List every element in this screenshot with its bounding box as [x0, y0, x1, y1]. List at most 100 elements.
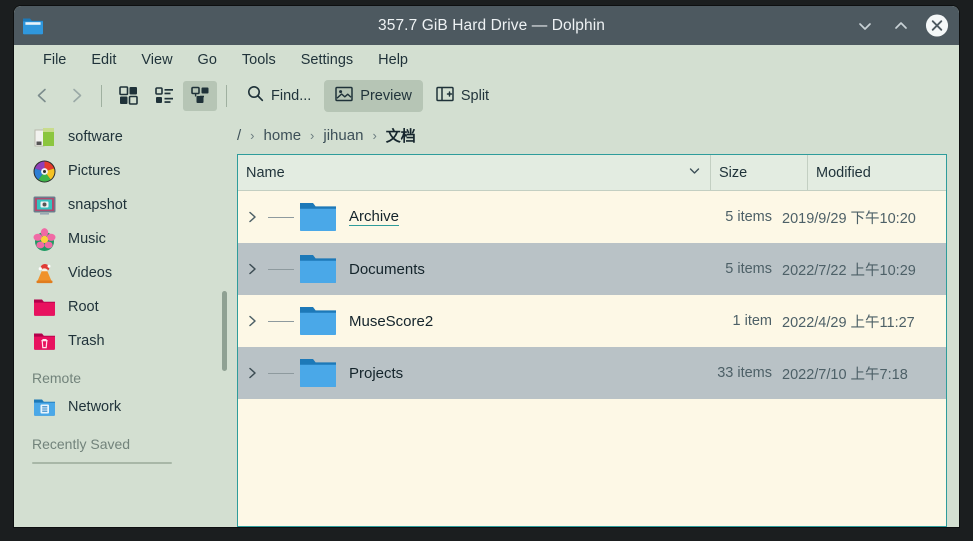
folder-icon: [296, 199, 340, 235]
sidebar-item-videos[interactable]: Videos: [14, 256, 227, 290]
file-name[interactable]: MuseScore2: [349, 313, 690, 330]
image-preview-icon: [335, 85, 354, 107]
sidebar-item-software[interactable]: software: [14, 120, 227, 154]
sidebar-item-label: snapshot: [68, 197, 127, 213]
desktop-background: 357.7 GiB Hard Drive — Dolphin File Edit…: [0, 0, 973, 541]
find-button[interactable]: Find...: [236, 80, 322, 112]
chevron-right-icon: ›: [310, 127, 315, 143]
close-button[interactable]: [925, 14, 949, 38]
preview-button[interactable]: Preview: [324, 79, 423, 112]
table-row[interactable]: Projects 33 items 2022/7/10 上午7:18: [238, 347, 946, 399]
file-modified: 2022/7/10 上午7:18: [782, 366, 908, 383]
split-button[interactable]: Split: [425, 80, 500, 112]
forward-button[interactable]: [60, 81, 92, 111]
tree-connector: [268, 372, 294, 374]
places-sidebar: software Pictures snapshot Music Videos …: [14, 116, 227, 527]
sidebar-item-network[interactable]: Network: [14, 390, 227, 424]
table-row[interactable]: Documents 5 items 2022/7/22 上午10:29: [238, 243, 946, 295]
dolphin-window: 357.7 GiB Hard Drive — Dolphin File Edit…: [14, 6, 959, 527]
menu-go[interactable]: Go: [187, 49, 228, 71]
expand-arrow-icon[interactable]: [238, 262, 268, 276]
file-size: 5 items: [725, 261, 772, 277]
toolbar-separator-1: [101, 84, 102, 107]
window-controls: [853, 6, 949, 45]
menu-file[interactable]: File: [32, 49, 77, 71]
chevron-right-icon: ›: [372, 127, 377, 143]
sidebar-item-trash[interactable]: Trash: [14, 324, 227, 358]
sidebar-item-label: Root: [68, 299, 99, 315]
snapshot-icon: [32, 193, 57, 218]
sidebar-item-snapshot[interactable]: snapshot: [14, 188, 227, 222]
maximize-button[interactable]: [889, 14, 913, 38]
sidebar-item-label: Music: [68, 231, 106, 247]
sidebar-divider: [32, 462, 172, 464]
breadcrumb-root[interactable]: /: [237, 127, 241, 144]
breadcrumb-jihuan[interactable]: jihuan: [323, 127, 363, 144]
menu-bar: File Edit View Go Tools Settings Help: [14, 45, 959, 75]
file-modified: 2022/7/22 上午10:29: [782, 262, 916, 279]
file-name[interactable]: Documents: [349, 261, 690, 278]
expand-arrow-icon[interactable]: [238, 314, 268, 328]
menu-help[interactable]: Help: [367, 49, 419, 71]
tree-connector: [268, 320, 294, 322]
toolbar-separator-2: [226, 84, 227, 107]
breadcrumb-home[interactable]: home: [264, 127, 302, 144]
toolbar: Find... Preview Split: [14, 75, 959, 116]
network-icon: [32, 395, 57, 420]
file-name[interactable]: Archive: [349, 208, 400, 226]
menu-edit[interactable]: Edit: [80, 49, 127, 71]
table-row[interactable]: Archive 5 items 2019/9/29 下午10:20: [238, 191, 946, 243]
folder-icon: [22, 15, 44, 36]
back-button[interactable]: [26, 81, 58, 111]
column-header-modified[interactable]: Modified: [807, 155, 946, 190]
view-compact-button[interactable]: [147, 81, 181, 111]
sidebar-item-label: Trash: [68, 333, 105, 349]
videos-icon: [32, 261, 57, 286]
view-icons-button[interactable]: [111, 81, 145, 111]
trash-icon: [32, 329, 57, 354]
column-header-size[interactable]: Size: [710, 155, 807, 190]
chevron-down-icon: [688, 164, 701, 181]
split-view-icon: [436, 85, 454, 107]
sidebar-item-music[interactable]: Music: [14, 222, 227, 256]
breadcrumb: / › home › jihuan › 文档: [227, 116, 947, 154]
file-name[interactable]: Projects: [349, 365, 690, 382]
package-icon: [32, 125, 57, 150]
music-icon: [32, 227, 57, 252]
file-list: Name Size Modified Archive 5 items 2019/…: [237, 154, 947, 527]
title-bar: 357.7 GiB Hard Drive — Dolphin: [14, 6, 959, 45]
file-size: 33 items: [717, 365, 772, 381]
table-row[interactable]: MuseScore2 1 item 2022/4/29 上午11:27: [238, 295, 946, 347]
file-size: 1 item: [732, 313, 773, 329]
view-details-button[interactable]: [183, 80, 217, 111]
column-header-name[interactable]: Name: [238, 155, 710, 190]
folder-icon: [296, 303, 340, 339]
search-icon: [247, 85, 264, 106]
sidebar-item-pictures[interactable]: Pictures: [14, 154, 227, 188]
pictures-icon: [32, 159, 57, 184]
breadcrumb-current[interactable]: 文档: [386, 125, 416, 146]
sidebar-scrollbar[interactable]: [222, 291, 227, 371]
folder-icon: [296, 251, 340, 287]
sidebar-item-label: Videos: [68, 265, 113, 281]
root-folder-icon: [32, 295, 57, 320]
menu-tools[interactable]: Tools: [231, 49, 287, 71]
minimize-button[interactable]: [853, 14, 877, 38]
window-body: software Pictures snapshot Music Videos …: [14, 116, 959, 527]
file-modified: 2019/9/29 下午10:20: [782, 210, 916, 227]
column-header: Name Size Modified: [238, 155, 946, 191]
file-size: 5 items: [725, 209, 772, 225]
expand-arrow-icon[interactable]: [238, 366, 268, 380]
column-header-name-label: Name: [246, 164, 285, 181]
sidebar-item-label: software: [68, 129, 123, 145]
chevron-right-icon: ›: [250, 127, 255, 143]
menu-view[interactable]: View: [130, 49, 183, 71]
menu-settings[interactable]: Settings: [290, 49, 364, 71]
sidebar-item-root[interactable]: Root: [14, 290, 227, 324]
find-label: Find...: [271, 87, 312, 104]
expand-arrow-icon[interactable]: [238, 210, 268, 224]
sidebar-item-label: Network: [68, 399, 122, 415]
tree-connector: [268, 268, 294, 270]
preview-label: Preview: [360, 87, 412, 104]
split-label: Split: [460, 87, 490, 104]
